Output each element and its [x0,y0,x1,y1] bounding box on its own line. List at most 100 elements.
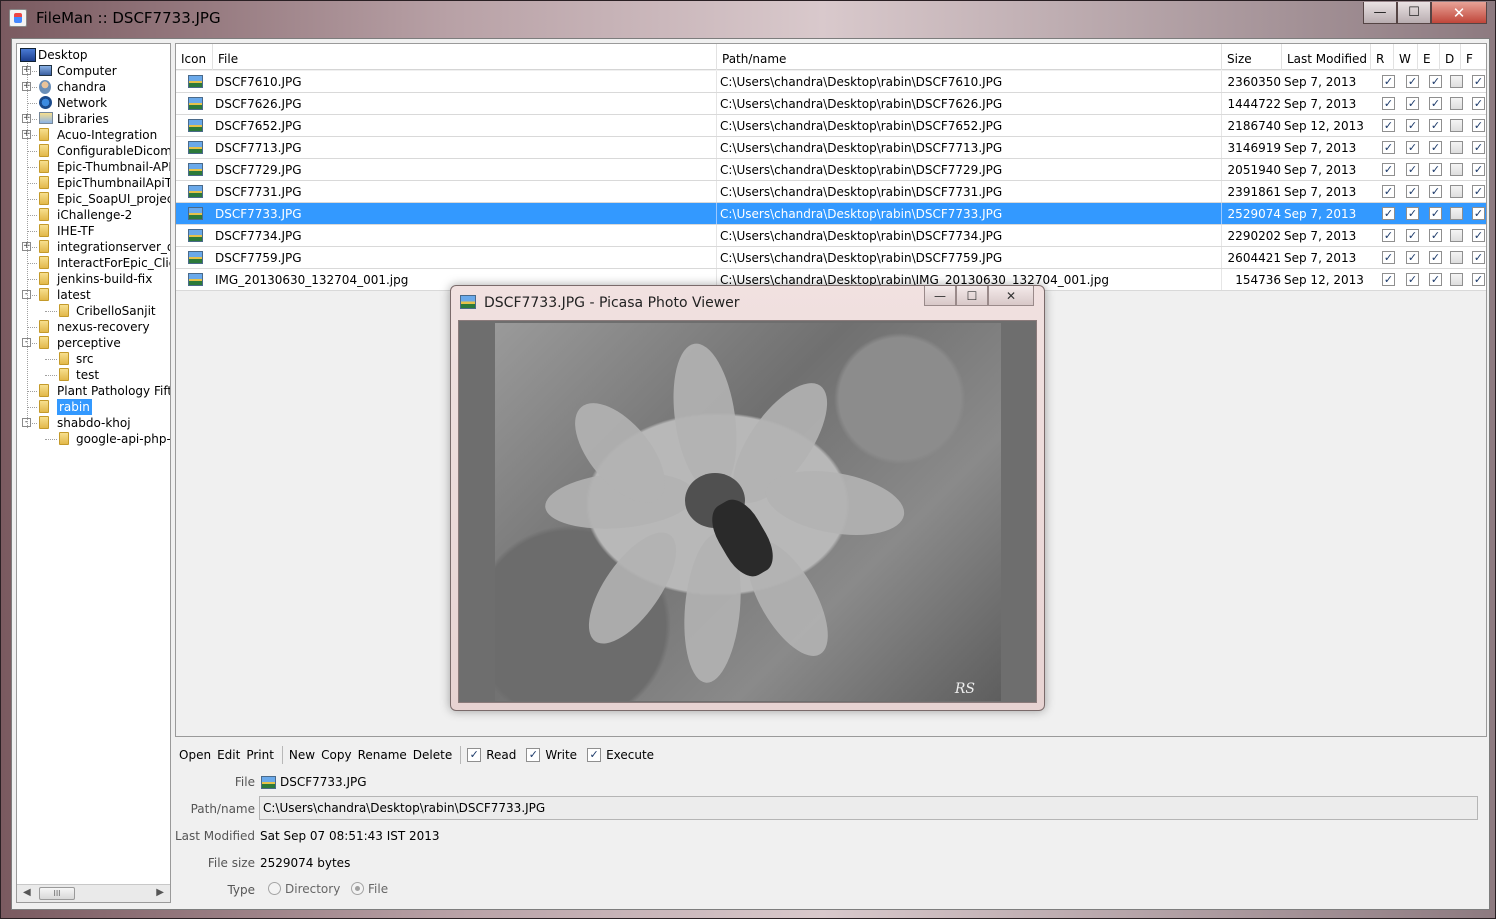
permission-d-checkbox[interactable] [1450,119,1463,132]
print-button[interactable]: Print [246,748,274,762]
permission-e-checkbox[interactable]: ✓ [1429,75,1442,88]
table-row[interactable]: DSCF7626.JPG C:\Users\chandra\Desktop\rab… [176,93,1486,115]
col-header-size[interactable]: Size [1222,44,1282,70]
permission-f-checkbox[interactable]: ✓ [1472,185,1485,198]
tree-item-ichallenge-2[interactable]: iChallenge-2 [17,207,170,223]
tree-item-epic-thumbnail-api[interactable]: Epic-Thumbnail-API [17,159,170,175]
maximize-button[interactable]: ☐ [1397,2,1431,24]
tree-item-perceptive[interactable]: - perceptive [17,335,170,351]
permission-w-checkbox[interactable]: ✓ [1406,141,1419,154]
permission-w-checkbox[interactable]: ✓ [1406,273,1419,286]
tree-item-epic-soapui-projec[interactable]: Epic_SoapUI_projec [17,191,170,207]
table-row[interactable]: DSCF7610.JPG C:\Users\chandra\Desktop\rab… [176,71,1486,93]
permission-f-checkbox[interactable]: ✓ [1472,229,1485,242]
col-header-w[interactable]: W [1394,44,1418,70]
scroll-right-icon[interactable]: ▶ [156,887,164,898]
tree-item-latest[interactable]: - latest [17,287,170,303]
delete-button[interactable]: Delete [413,748,452,762]
close-button[interactable]: ✕ [1431,2,1487,24]
copy-button[interactable]: Copy [321,748,351,762]
read-checkbox[interactable]: ✓ Read [467,748,516,762]
tree-item-test[interactable]: test [17,367,170,383]
tree-item-ihe-tf[interactable]: IHE-TF [17,223,170,239]
execute-checkbox[interactable]: ✓ Execute [587,748,654,762]
permission-w-checkbox[interactable]: ✓ [1406,207,1419,220]
permission-r-checkbox[interactable]: ✓ [1382,119,1395,132]
type-file-radio[interactable]: File [351,882,388,896]
permission-w-checkbox[interactable]: ✓ [1406,251,1419,264]
permission-r-checkbox[interactable]: ✓ [1382,185,1395,198]
type-directory-radio[interactable]: Directory [268,882,340,896]
tree-item-network[interactable]: Network [17,95,170,111]
tree-item-libraries[interactable]: + Libraries [17,111,170,127]
tree-item-configurabledicomu[interactable]: ConfigurableDicomU [17,143,170,159]
tree-item-jenkins-build-fix[interactable]: jenkins-build-fix [17,271,170,287]
table-row[interactable]: DSCF7731.JPG C:\Users\chandra\Desktop\rab… [176,181,1486,203]
tree-item-computer[interactable]: + Computer [17,63,170,79]
table-row[interactable]: DSCF7713.JPG C:\Users\chandra\Desktop\rab… [176,137,1486,159]
scroll-thumb[interactable]: III [39,887,75,900]
table-row[interactable]: DSCF7734.JPG C:\Users\chandra\Desktop\rab… [176,225,1486,247]
permission-e-checkbox[interactable]: ✓ [1429,229,1442,242]
tree-item-interactforepic-clie[interactable]: InteractForEpic_Clie [17,255,170,271]
permission-r-checkbox[interactable]: ✓ [1382,229,1395,242]
permission-e-checkbox[interactable]: ✓ [1429,119,1442,132]
path-field[interactable]: C:\Users\chandra\Desktop\rabin\DSCF7733.… [259,796,1478,820]
tree-item-shabdo-khoj[interactable]: - shabdo-khoj [17,415,170,431]
title-bar[interactable]: FileMan :: DSCF7733.JPG — ☐ ✕ [1,1,1495,35]
tree-item-nexus-recovery[interactable]: nexus-recovery [17,319,170,335]
permission-d-checkbox[interactable] [1450,273,1463,286]
tree-horizontal-scrollbar[interactable]: ◀ III ▶ [17,884,170,902]
col-header-r[interactable]: R [1371,44,1394,70]
viewer-minimize-button[interactable]: — [924,286,956,306]
table-row[interactable]: DSCF7729.JPG C:\Users\chandra\Desktop\rab… [176,159,1486,181]
permission-e-checkbox[interactable]: ✓ [1429,141,1442,154]
permission-f-checkbox[interactable]: ✓ [1472,97,1485,110]
tree-item-desktop[interactable]: Desktop [17,47,170,63]
permission-f-checkbox[interactable]: ✓ [1472,251,1485,264]
permission-e-checkbox[interactable]: ✓ [1429,97,1442,110]
permission-r-checkbox[interactable]: ✓ [1382,75,1395,88]
viewer-maximize-button[interactable]: ☐ [956,286,988,306]
col-header-file[interactable]: File [213,44,717,70]
permission-r-checkbox[interactable]: ✓ [1382,251,1395,264]
tree-item-plant-pathology-fift[interactable]: Plant Pathology Fift [17,383,170,399]
permission-d-checkbox[interactable] [1450,229,1463,242]
permission-r-checkbox[interactable]: ✓ [1382,207,1395,220]
permission-w-checkbox[interactable]: ✓ [1406,185,1419,198]
permission-r-checkbox[interactable]: ✓ [1382,97,1395,110]
table-row[interactable]: DSCF7733.JPG C:\Users\chandra\Desktop\rab… [176,203,1486,225]
permission-e-checkbox[interactable]: ✓ [1429,207,1442,220]
tree-item-rabin[interactable]: rabin [17,399,170,415]
tree-item-acuo-integration[interactable]: + Acuo-Integration [17,127,170,143]
tree-item-integrationserver-d[interactable]: + integrationserver_d [17,239,170,255]
permission-w-checkbox[interactable]: ✓ [1406,97,1419,110]
permission-d-checkbox[interactable] [1450,251,1463,264]
permission-w-checkbox[interactable]: ✓ [1406,119,1419,132]
write-checkbox[interactable]: ✓ Write [526,748,577,762]
permission-d-checkbox[interactable] [1450,163,1463,176]
tree-item-cribellosanjit[interactable]: CribelloSanjit [17,303,170,319]
table-row[interactable]: DSCF7759.JPG C:\Users\chandra\Desktop\rab… [176,247,1486,269]
tree-item-google-api-php[interactable]: google-api-php- [17,431,170,447]
permission-f-checkbox[interactable]: ✓ [1472,207,1485,220]
col-header-d[interactable]: D [1440,44,1461,70]
permission-f-checkbox[interactable]: ✓ [1472,141,1485,154]
permission-d-checkbox[interactable] [1450,75,1463,88]
permission-r-checkbox[interactable]: ✓ [1382,163,1395,176]
minimize-button[interactable]: — [1363,2,1397,24]
col-header-path[interactable]: Path/name [717,44,1222,70]
col-header-f[interactable]: F [1461,44,1486,70]
tree-item-src[interactable]: src [17,351,170,367]
permission-e-checkbox[interactable]: ✓ [1429,273,1442,286]
permission-r-checkbox[interactable]: ✓ [1382,273,1395,286]
permission-w-checkbox[interactable]: ✓ [1406,163,1419,176]
folder-tree[interactable]: google-api-php- - shabdo-khoj rabin Plant Pa… [16,43,171,903]
new-button[interactable]: New [289,748,315,762]
tree-item-chandra[interactable]: + chandra [17,79,170,95]
permission-d-checkbox[interactable] [1450,207,1463,220]
rename-button[interactable]: Rename [358,748,407,762]
permission-r-checkbox[interactable]: ✓ [1382,141,1395,154]
permission-f-checkbox[interactable]: ✓ [1472,273,1485,286]
edit-button[interactable]: Edit [217,748,240,762]
